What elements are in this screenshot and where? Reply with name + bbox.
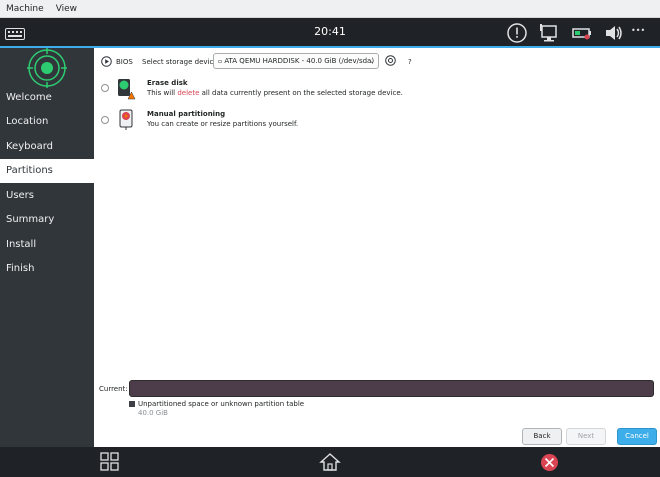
storage-device-value: ATA QEMU HARDDISK - 40.0 GiB (/dev/sda) xyxy=(224,57,375,65)
manual-partitioning-icon xyxy=(119,109,133,130)
clock[interactable]: 20:41 xyxy=(300,25,360,38)
menu-view[interactable]: View xyxy=(50,4,83,14)
host-menubar: Machine View xyxy=(0,0,660,18)
app-grid-icon[interactable] xyxy=(99,452,121,472)
chevron-down-icon: ⌄ xyxy=(369,57,375,65)
legend-size: 40.0 GiB xyxy=(138,409,168,417)
notifications-icon[interactable] xyxy=(506,22,528,44)
sidebar: Welcome Location Keyboard Partitions Use… xyxy=(0,48,94,447)
help-icon[interactable]: ? xyxy=(408,54,412,70)
erase-disk-description: This will delete all data currently pres… xyxy=(147,89,403,97)
sidebar-item-welcome: Welcome xyxy=(6,92,52,103)
sidebar-item-partitions: Partitions xyxy=(0,159,94,183)
legend-swatch xyxy=(129,401,135,407)
sidebar-item-summary: Summary xyxy=(6,214,55,225)
legend-label: Unpartitioned space or unknown partition… xyxy=(138,400,305,408)
more-icon[interactable]: ••• xyxy=(631,26,645,35)
close-icon[interactable] xyxy=(540,453,559,472)
top-panel: 20:41 ••• xyxy=(0,18,660,46)
disk-icon: ▫ xyxy=(218,58,223,65)
current-label: Current: xyxy=(99,385,128,393)
manual-partitioning-title: Manual partitioning xyxy=(147,110,226,118)
network-icon[interactable] xyxy=(538,22,560,44)
device-label: Select storage device: xyxy=(142,58,220,66)
erase-disk-radio[interactable] xyxy=(101,84,109,92)
sidebar-item-users: Users xyxy=(6,190,35,201)
current-partition-bar xyxy=(129,380,654,397)
calamares-logo-icon xyxy=(27,48,67,88)
menu-machine[interactable]: Machine xyxy=(0,4,50,14)
boot-mode-label: BIOS xyxy=(116,58,133,66)
back-button[interactable]: Back xyxy=(522,428,562,445)
refresh-icon[interactable] xyxy=(385,55,396,66)
manual-partitioning-description: You can create or resize partitions your… xyxy=(147,120,299,128)
keyboard-icon[interactable] xyxy=(5,28,25,40)
storage-device-select[interactable]: ▫ ATA QEMU HARDDISK - 40.0 GiB (/dev/sda… xyxy=(213,53,379,69)
sidebar-item-keyboard: Keyboard xyxy=(6,141,54,152)
sidebar-item-install: Install xyxy=(6,239,37,250)
battery-icon[interactable] xyxy=(571,22,593,44)
next-button[interactable]: Next xyxy=(566,428,606,445)
play-icon xyxy=(101,56,112,67)
manual-partitioning-radio[interactable] xyxy=(101,116,109,124)
cancel-button[interactable]: Cancel xyxy=(617,428,657,445)
erase-disk-title: Erase disk xyxy=(147,79,188,87)
sidebar-item-finish: Finish xyxy=(6,263,35,274)
volume-icon[interactable] xyxy=(603,22,625,44)
partitions-page: BIOS Select storage device: ▫ ATA QEMU H… xyxy=(94,48,660,447)
bottom-bar xyxy=(0,447,660,477)
sidebar-item-location: Location xyxy=(6,116,49,127)
home-icon[interactable] xyxy=(319,452,341,472)
erase-disk-icon xyxy=(118,79,135,100)
